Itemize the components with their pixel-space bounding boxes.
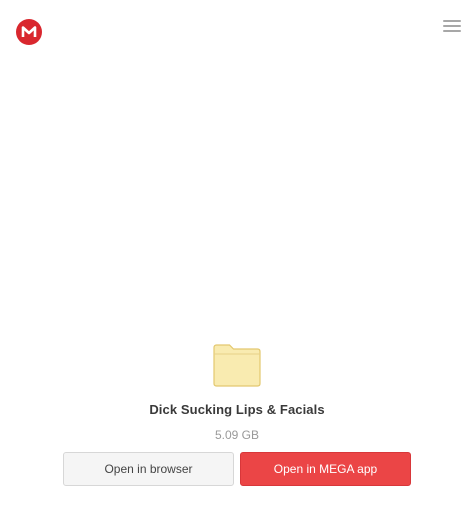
open-in-browser-button[interactable]: Open in browser	[63, 452, 234, 486]
file-size: 5.09 GB	[214, 428, 260, 442]
open-in-mega-app-button[interactable]: Open in MEGA app	[240, 452, 411, 486]
file-name: Dick Sucking Lips & Facials	[149, 402, 325, 417]
hamburger-menu-icon[interactable]	[441, 18, 463, 36]
top-bar	[0, 0, 474, 62]
folder-icon	[212, 343, 262, 388]
mega-logo-icon[interactable]	[16, 19, 42, 45]
